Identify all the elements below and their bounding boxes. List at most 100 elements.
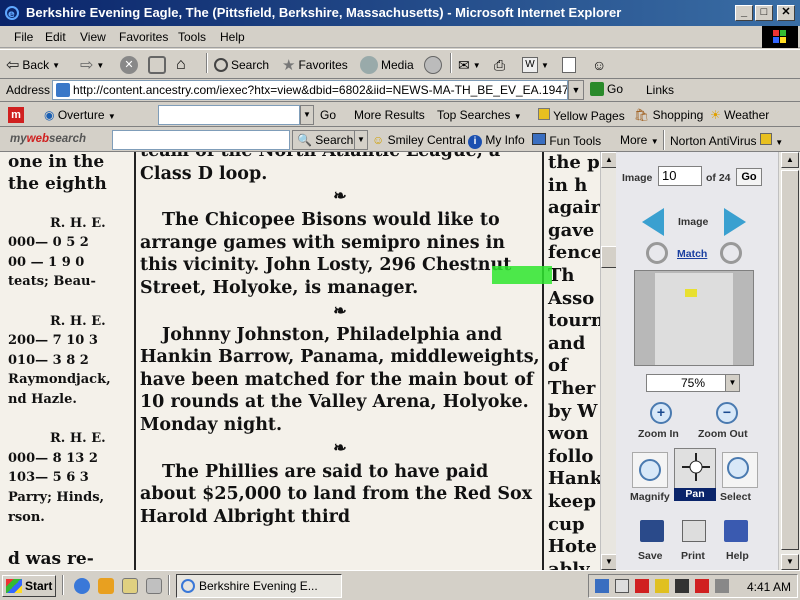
menu-view[interactable]: View (80, 30, 106, 44)
refresh-icon (148, 56, 166, 74)
more-results-button[interactable]: More Results (354, 108, 425, 122)
edit-button[interactable]: W ▼ (522, 54, 549, 76)
vertical-scrollbar[interactable]: ▲ ▼ (600, 152, 617, 570)
search-icon (214, 58, 228, 72)
start-button[interactable]: Start (2, 575, 56, 597)
outlook-quicklaunch-icon[interactable] (122, 578, 138, 594)
ornament-icon: ❧ (333, 300, 347, 320)
forward-button[interactable]: ⇨ ▼ (80, 54, 104, 76)
save-label[interactable]: Save (638, 550, 663, 562)
hand-icon[interactable] (615, 579, 629, 593)
taskbar-item-browser[interactable]: Berkshire Evening E... (176, 574, 342, 598)
address-go-button[interactable]: Go (590, 82, 623, 96)
menu-favorites[interactable]: Favorites (119, 30, 168, 44)
links-button[interactable]: Links (646, 83, 674, 97)
back-button[interactable]: ⇦ Back ▼ (6, 54, 60, 76)
smiley-icon: ☺ (372, 133, 385, 147)
select-tool-icon[interactable] (722, 452, 758, 488)
address-input[interactable]: http://content.ancestry.com/iexec?htx=vi… (52, 80, 568, 100)
search-button[interactable]: Search (214, 54, 269, 76)
minimize-button[interactable]: _ (735, 5, 753, 21)
mywebsearch-input[interactable] (112, 130, 290, 150)
speaker-icon[interactable] (675, 579, 689, 593)
ie-quicklaunch-icon[interactable] (74, 578, 90, 594)
weather-button[interactable]: ☀ Weather (710, 108, 769, 122)
volume-icon[interactable] (655, 579, 669, 593)
select-label[interactable]: Select (720, 491, 751, 503)
address-dropdown-button[interactable]: ▼ (568, 80, 584, 100)
overture-go-button[interactable]: Go (320, 108, 336, 122)
overture-button[interactable]: ◉ Overture ▼ (44, 108, 116, 122)
messenger-button[interactable]: ☺ (592, 54, 606, 76)
mywebsearch-dropdown[interactable]: ▼ (354, 130, 368, 150)
address-label: Address (6, 83, 51, 97)
menu-edit[interactable]: Edit (45, 30, 66, 44)
save-icon[interactable] (640, 520, 664, 542)
scroll-thumb[interactable] (601, 246, 617, 268)
more-button[interactable]: More ▼ (620, 133, 659, 147)
scroll-down-button[interactable]: ▼ (601, 554, 617, 570)
favorites-button[interactable]: ★ Favorites (282, 54, 348, 76)
newspaper-image[interactable]: one in the the eighth R. H. E. 000— 0 5 2 00… (0, 152, 615, 570)
mywebsearch-toolbar: mywebsearch 🔍 Search ▼ ☺ Smiley Central … (0, 127, 800, 152)
stop-button[interactable]: ✕ (120, 54, 138, 76)
zoom-in-icon[interactable]: + (650, 402, 672, 424)
refresh-button[interactable] (148, 54, 166, 76)
match-link[interactable]: Match (677, 248, 707, 260)
previous-image-icon[interactable] (642, 208, 664, 236)
top-searches-label: Top Searches (437, 108, 511, 122)
history-button[interactable] (424, 54, 442, 76)
antivirus-icon[interactable] (695, 579, 709, 593)
maximize-button[interactable]: □ (755, 5, 773, 21)
home-button[interactable]: ⌂ (176, 54, 186, 76)
zoom-level-select[interactable]: 75% ▼ (646, 374, 740, 392)
pan-label[interactable]: Pan (674, 488, 716, 501)
outer-scroll-down-button[interactable]: ▼ (781, 554, 799, 570)
right-column-line: cup (548, 513, 585, 535)
printer-icon[interactable] (682, 520, 706, 542)
desktop-quicklaunch-icon[interactable] (146, 578, 162, 594)
next-match-icon[interactable] (720, 242, 742, 264)
menu-tools[interactable]: Tools (178, 30, 206, 44)
mywebsearch-search-button[interactable]: 🔍 Search (292, 130, 359, 150)
left-column-line: rson. (8, 509, 45, 525)
print-label[interactable]: Print (681, 550, 705, 562)
top-searches-button[interactable]: Top Searches ▼ (437, 108, 522, 122)
outer-vertical-scrollbar[interactable]: ▲ ▼ (778, 152, 800, 570)
menu-help[interactable]: Help (220, 30, 245, 44)
yellow-pages-button[interactable]: Yellow Pages (538, 108, 625, 123)
zoom-in-label[interactable]: Zoom In (638, 428, 679, 440)
mail-button[interactable]: ✉ ▼ (458, 54, 481, 76)
m-tray-icon[interactable] (635, 579, 649, 593)
norton-antivirus-button[interactable]: Norton AntiVirus ▼ (670, 133, 783, 148)
outer-scroll-up-button[interactable]: ▲ (781, 152, 799, 168)
network-icon[interactable] (595, 579, 609, 593)
shopping-button[interactable]: 🛍 Shopping (634, 108, 703, 122)
overture-search-dropdown[interactable]: ▼ (300, 105, 314, 125)
outer-scroll-thumb[interactable] (781, 170, 799, 550)
scroll-up-button[interactable]: ▲ (601, 152, 617, 168)
print-button[interactable]: ⎙ (494, 54, 505, 76)
media-button[interactable]: Media (360, 54, 414, 76)
previous-match-icon[interactable] (646, 242, 668, 264)
my-info-button[interactable]: i My Info (468, 133, 525, 149)
image-go-button[interactable]: Go (736, 168, 762, 186)
image-number-input[interactable]: 10 (658, 166, 702, 186)
right-column-line: Ther (548, 377, 596, 399)
overture-search-input[interactable] (158, 105, 300, 125)
device-icon[interactable] (715, 579, 729, 593)
media-player-quicklaunch-icon[interactable] (98, 578, 114, 594)
next-image-icon[interactable] (724, 208, 746, 236)
magnify-label[interactable]: Magnify (630, 491, 670, 503)
fun-tools-button[interactable]: Fun Tools (532, 133, 601, 148)
page-thumbnail[interactable] (634, 270, 754, 366)
help-label[interactable]: Help (726, 550, 749, 562)
zoom-out-icon[interactable]: − (716, 402, 738, 424)
magnify-tool-icon[interactable] (632, 452, 668, 488)
zoom-out-label[interactable]: Zoom Out (698, 428, 748, 440)
smiley-central-button[interactable]: ☺ Smiley Central (372, 133, 466, 147)
help-book-icon[interactable] (724, 520, 748, 542)
discuss-button[interactable] (562, 54, 576, 76)
menu-file[interactable]: File (14, 30, 33, 44)
close-button[interactable]: ✕ (777, 5, 795, 21)
